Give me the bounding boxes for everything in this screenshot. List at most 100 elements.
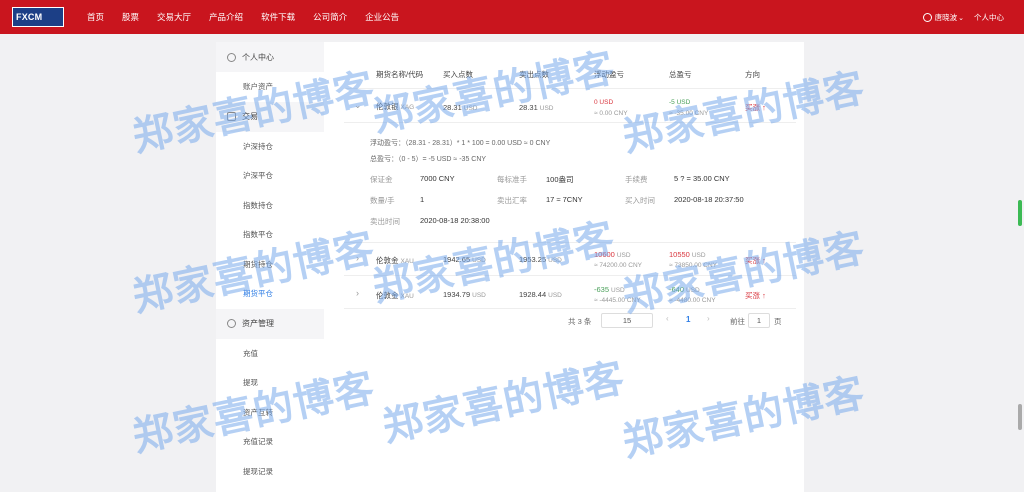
direction-badge: 买涨 ↑ <box>745 255 766 266</box>
header-sell-points: 卖出点数 <box>519 70 549 79</box>
nav-company-intro[interactable]: 公司简介 <box>304 0 356 34</box>
sidebar-item-futures-positions[interactable]: 期货持仓 <box>216 249 324 279</box>
sidebar: 个人中心 账户资产 交易 沪深持仓 沪深平仓 指数持仓 指数平仓 期货持仓 期货… <box>216 42 324 492</box>
sidebar-group-trading[interactable]: 交易 <box>216 101 324 132</box>
chevron-down-icon[interactable]: ⌄ <box>354 100 362 111</box>
float-pnl: 10600 USD <box>594 250 631 259</box>
table-row-name: 伦敦金 XAU <box>376 255 414 266</box>
nav-products[interactable]: 产品介绍 <box>200 0 252 34</box>
scrollbar-thumb[interactable] <box>1018 200 1022 226</box>
sell-rate-label: 卖出汇率 <box>497 196 527 205</box>
float-unit: USD <box>616 252 631 259</box>
buy-value: 1942.65 <box>443 255 471 264</box>
quantity-label: 数量/手 <box>370 196 395 205</box>
wallet-icon <box>227 319 236 328</box>
total-pnl-cny: ≈ 73850.00 CNY <box>669 262 718 269</box>
fee-value: 5 ? = 35.00 CNY <box>674 174 730 183</box>
sell-unit: USD <box>548 257 562 264</box>
nav-stocks[interactable]: 股票 <box>113 0 148 34</box>
nav-trading-hall[interactable]: 交易大厅 <box>148 0 200 34</box>
buy-unit: USD <box>463 105 478 112</box>
sell-time-value: 2020-08-18 20:38:00 <box>420 216 490 225</box>
sell-value: 1953.25 <box>519 255 547 264</box>
quantity-value: 1 <box>420 195 425 204</box>
product-name: 伦敦金 <box>376 291 399 300</box>
product-name: 伦敦银 <box>376 102 399 111</box>
buy-time-label: 买入时间 <box>625 196 655 205</box>
sell-points: 28.31 USD <box>519 103 554 112</box>
sidebar-item-recharge[interactable]: 充值 <box>216 338 324 368</box>
fee-label: 手续费 <box>625 175 648 184</box>
float-pnl-cny: ≈ -4445.00 CNY <box>594 297 641 304</box>
user-name: 唐晓波 <box>934 12 958 22</box>
personal-center-link[interactable]: 个人中心 <box>974 12 1004 23</box>
scrollbar-thumb-secondary[interactable] <box>1018 404 1022 430</box>
buy-points: 28.31 USD <box>443 103 478 112</box>
sidebar-item-hs-positions[interactable]: 沪深持仓 <box>216 131 324 161</box>
product-code: XAG <box>400 104 415 111</box>
sidebar-group-label: 资产管理 <box>242 319 274 328</box>
sidebar-item-index-closed[interactable]: 指数平仓 <box>216 220 324 250</box>
chevron-right-icon[interactable]: › <box>356 288 359 298</box>
direction-label: 买涨 <box>745 291 760 300</box>
direction-label: 买涨 <box>745 103 760 112</box>
sidebar-item-index-positions[interactable]: 指数持仓 <box>216 190 324 220</box>
chevron-right-icon[interactable]: › <box>356 253 359 263</box>
sell-points: 1928.44 USD <box>519 290 562 299</box>
user-name-dropdown[interactable]: 唐晓波⌄ <box>935 12 964 23</box>
page-size-select[interactable]: 15 <box>601 313 653 328</box>
product-code: XAU <box>400 293 414 300</box>
goto-page-input[interactable]: 1 <box>748 313 770 328</box>
header-total-pnl: 总盈亏 <box>669 70 692 79</box>
sidebar-group-asset-management[interactable]: 资产管理 <box>216 308 324 339</box>
total-pnl-cny: ≈ -35.00 CNY <box>669 110 709 117</box>
sidebar-item-withdraw[interactable]: 提现 <box>216 368 324 398</box>
row-divider <box>344 242 796 243</box>
fxcm-logo[interactable]: FXCM <box>12 7 64 27</box>
chevron-right-icon[interactable]: › <box>707 314 710 323</box>
buy-value: 1934.79 <box>443 290 471 299</box>
sidebar-item-hs-closed[interactable]: 沪深平仓 <box>216 161 324 191</box>
sidebar-group-personal-center[interactable]: 个人中心 <box>216 42 324 72</box>
product-name: 伦敦金 <box>376 256 399 265</box>
sidebar-item-futures-closed[interactable]: 期货平仓 <box>216 279 324 309</box>
pagination-page-1[interactable]: 1 <box>686 315 690 324</box>
arrow-up-icon: ↑ <box>762 291 766 300</box>
nav-home[interactable]: 首页 <box>78 0 113 34</box>
arrow-up-icon: ↑ <box>762 256 766 265</box>
lot-size-value: 100盎司 <box>546 175 574 184</box>
logo-text: FXCM <box>16 12 43 22</box>
chevron-down-icon: ⌄ <box>958 14 964 22</box>
float-value: 10600 <box>594 250 615 259</box>
buy-points: 1934.79 USD <box>443 290 486 299</box>
chevron-left-icon[interactable]: ‹ <box>666 314 669 323</box>
pagination-total: 共 3 条 <box>568 317 592 326</box>
total-unit: USD <box>691 252 706 259</box>
nav-announcements[interactable]: 企业公告 <box>356 0 408 34</box>
user-area: 唐晓波⌄ 个人中心 <box>922 0 1004 34</box>
buy-time-value: 2020-08-18 20:37:50 <box>674 195 744 204</box>
goto-label: 前往 <box>730 317 745 326</box>
float-pnl-cny: ≈ 0.00 CNY <box>594 110 628 117</box>
header-direction: 方向 <box>745 70 760 79</box>
total-pnl: -640 USD <box>669 285 700 294</box>
row-divider <box>344 122 796 123</box>
sell-unit: USD <box>548 292 562 299</box>
sell-value: 28.31 <box>519 103 538 112</box>
header-divider <box>344 88 796 89</box>
nav-software-download[interactable]: 软件下载 <box>252 0 304 34</box>
sell-unit: USD <box>539 105 554 112</box>
direction-label: 买涨 <box>745 256 760 265</box>
trade-icon <box>227 112 236 121</box>
direction-badge: 买涨 ↑ <box>745 102 766 113</box>
buy-unit: USD <box>472 292 486 299</box>
user-circle-icon <box>227 52 236 62</box>
sidebar-item-recharge-records[interactable]: 充值记录 <box>216 427 324 457</box>
buy-value: 28.31 <box>443 103 462 112</box>
sidebar-item-withdraw-records[interactable]: 提现记录 <box>216 456 324 486</box>
table-row-name: 伦敦金 XAU <box>376 290 414 301</box>
futures-closed-panel: 期货名称/代码 买入点数 卖出点数 浮动盈亏 总盈亏 方向 ⌄ 伦敦银 XAG 2… <box>324 42 804 492</box>
top-navigation-bar: FXCM 首页 股票 交易大厅 产品介绍 软件下载 公司简介 企业公告 唐晓波⌄… <box>0 0 1024 34</box>
sidebar-item-asset-transfer[interactable]: 资产互转 <box>216 397 324 427</box>
sidebar-item-account-assets[interactable]: 账户资产 <box>216 72 324 102</box>
